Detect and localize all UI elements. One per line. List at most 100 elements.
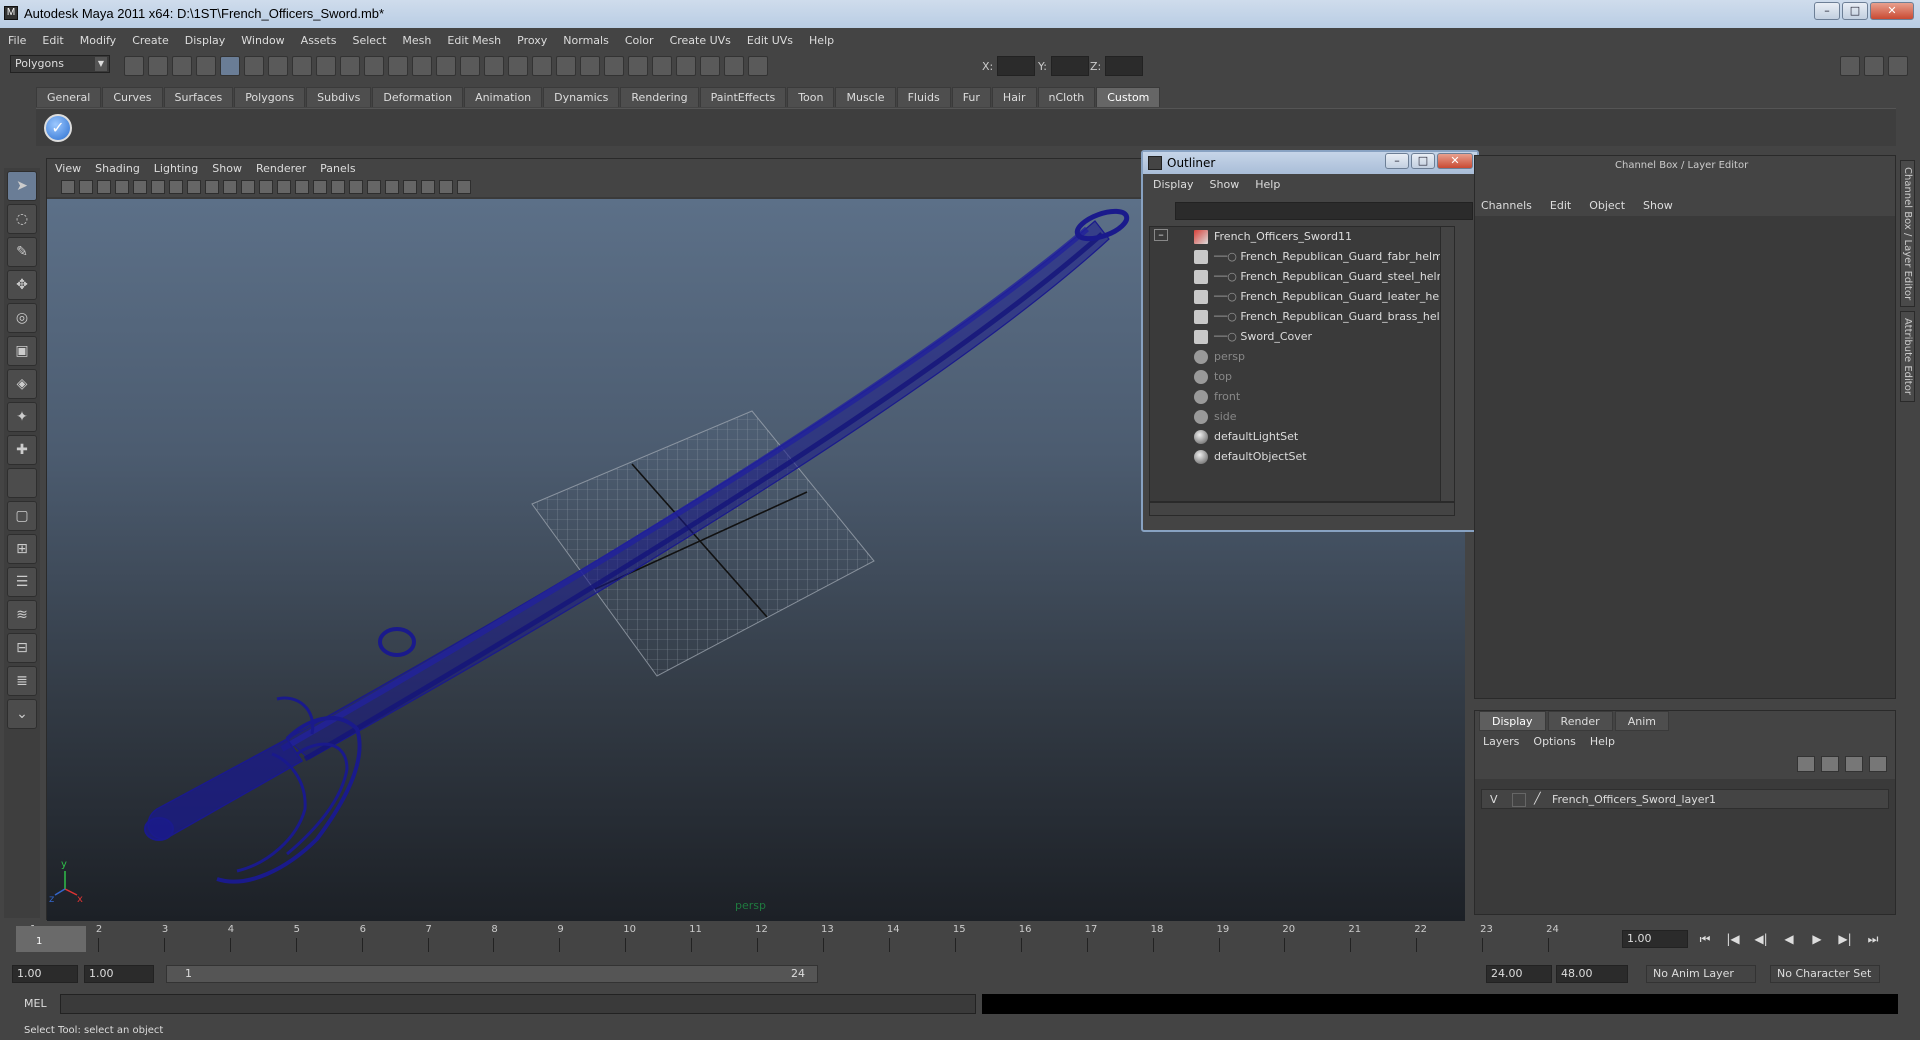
- scale-tool-icon[interactable]: ▣: [7, 336, 37, 366]
- outliner-minimize-button[interactable]: –: [1385, 153, 1409, 169]
- maximize-button[interactable]: □: [1842, 2, 1868, 20]
- shelf-tab-deformation[interactable]: Deformation: [372, 87, 464, 107]
- outliner-filter-input[interactable]: [1175, 202, 1473, 220]
- character-set-dropdown[interactable]: No Character Set: [1770, 965, 1880, 983]
- menu-set-dropdown[interactable]: Polygons ▼: [10, 55, 110, 73]
- layer-row[interactable]: V ╱ French_Officers_Sword_layer1: [1481, 789, 1889, 809]
- bookmark-icon[interactable]: [97, 180, 111, 194]
- grid-icon[interactable]: [151, 180, 165, 194]
- shelf-tab-animation[interactable]: Animation: [464, 87, 543, 107]
- go-to-end-icon[interactable]: ⏭: [1862, 930, 1884, 948]
- textured-icon[interactable]: [331, 180, 345, 194]
- magnet-icon[interactable]: [508, 56, 528, 76]
- magnet-point-icon[interactable]: [556, 56, 576, 76]
- vp-menu-shading[interactable]: Shading: [95, 162, 140, 175]
- range-slider-bar[interactable]: 1 24: [166, 965, 818, 983]
- menu-window[interactable]: Window: [241, 34, 284, 47]
- menu-create-uvs[interactable]: Create UVs: [670, 34, 731, 47]
- new-layer-icon[interactable]: [1845, 756, 1863, 772]
- x-field[interactable]: [997, 56, 1036, 76]
- wireframe-icon[interactable]: [277, 180, 291, 194]
- render-frame-icon[interactable]: [628, 56, 648, 76]
- list-item[interactable]: ──○ French_Republican_Guard_steel_helm: [1194, 267, 1447, 287]
- selection-icon[interactable]: [484, 56, 504, 76]
- le-menu-options[interactable]: Options: [1533, 735, 1575, 748]
- wireframe-on-shaded-icon[interactable]: [313, 180, 327, 194]
- vp-menu-view[interactable]: View: [55, 162, 81, 175]
- snap-plane-icon[interactable]: [364, 56, 384, 76]
- snap-grid-icon[interactable]: [292, 56, 312, 76]
- list-item[interactable]: front: [1194, 387, 1240, 407]
- input-line-icon[interactable]: [748, 56, 768, 76]
- outliner-maximize-button[interactable]: □: [1411, 153, 1435, 169]
- menu-select[interactable]: Select: [352, 34, 386, 47]
- list-item[interactable]: defaultLightSet: [1194, 427, 1298, 447]
- outliner-close-button[interactable]: ✕: [1437, 153, 1473, 169]
- hypershade-layout-icon[interactable]: ⊟: [7, 633, 37, 663]
- outliner-vertical-scrollbar[interactable]: [1440, 227, 1454, 501]
- end-time-field[interactable]: 48.00: [1556, 965, 1628, 983]
- render-view-icon[interactable]: [604, 56, 624, 76]
- shelf-tab-hair[interactable]: Hair: [991, 87, 1037, 107]
- field-chart-icon[interactable]: [223, 180, 237, 194]
- play-backwards-icon[interactable]: ◀: [1778, 930, 1800, 948]
- snap-curve-icon[interactable]: [316, 56, 336, 76]
- shelf-tab-fluids[interactable]: Fluids: [896, 87, 951, 107]
- z-field[interactable]: [1105, 56, 1144, 76]
- make-live-icon[interactable]: [388, 56, 408, 76]
- dope-sheet-layout-icon[interactable]: ≣: [7, 666, 37, 696]
- shelf-tab-custom[interactable]: Custom: [1096, 87, 1161, 107]
- outliner-layout-icon[interactable]: ☰: [7, 567, 37, 597]
- menu-file[interactable]: File: [8, 34, 26, 47]
- start-time-field[interactable]: 1.00: [12, 965, 78, 983]
- manipulator-icon[interactable]: ◈: [7, 369, 37, 399]
- shelf-tab-polygons[interactable]: Polygons: [234, 87, 306, 107]
- layer-visibility-toggle[interactable]: V: [1490, 793, 1498, 806]
- open-scene-icon[interactable]: [148, 56, 168, 76]
- four-pane-layout-icon[interactable]: ⊞: [7, 534, 37, 564]
- shelf-tab-toon[interactable]: Toon: [787, 87, 835, 107]
- minimize-button[interactable]: –: [1814, 2, 1840, 20]
- frame-all-icon[interactable]: [457, 180, 471, 194]
- list-item[interactable]: defaultObjectSet: [1194, 447, 1307, 467]
- playback-start-field[interactable]: 1.00: [84, 965, 154, 983]
- time-slider-track[interactable]: 123456789101112131415161718192021222324: [16, 924, 1618, 954]
- vp-menu-renderer[interactable]: Renderer: [256, 162, 306, 175]
- magnet-curve-icon[interactable]: [532, 56, 552, 76]
- list-item[interactable]: French_Officers_Sword11: [1194, 227, 1352, 247]
- rotate-tool-icon[interactable]: ◎: [7, 303, 37, 333]
- current-time-indicator[interactable]: 1: [16, 926, 86, 952]
- camera-select-icon[interactable]: [61, 180, 75, 194]
- safe-action-icon[interactable]: [241, 180, 255, 194]
- attribute-editor-side-tab[interactable]: Attribute Editor: [1900, 311, 1915, 403]
- mel-label[interactable]: MEL: [24, 997, 47, 1010]
- channel-box-icon[interactable]: [1888, 56, 1908, 76]
- lasso-tool-icon[interactable]: ◌: [7, 204, 37, 234]
- shelf-tab-painteffects[interactable]: PaintEffects: [699, 87, 787, 107]
- step-back-frame-icon[interactable]: ◀|: [1750, 930, 1772, 948]
- outliner-horizontal-scrollbar[interactable]: [1149, 502, 1455, 516]
- menu-assets[interactable]: Assets: [301, 34, 337, 47]
- isolate-icon[interactable]: [403, 180, 417, 194]
- last-tool-icon[interactable]: [7, 468, 37, 498]
- lighting-icon[interactable]: [724, 56, 744, 76]
- select-tool-icon[interactable]: ➤: [7, 171, 37, 201]
- menu-proxy[interactable]: Proxy: [517, 34, 547, 47]
- playback-end-field[interactable]: 24.00: [1486, 965, 1552, 983]
- cb-menu-show[interactable]: Show: [1643, 199, 1673, 212]
- new-scene-icon[interactable]: [124, 56, 144, 76]
- cb-menu-channels[interactable]: Channels: [1481, 199, 1532, 212]
- image-plane-icon[interactable]: [115, 180, 129, 194]
- two-d-pan-icon[interactable]: [133, 180, 147, 194]
- list-item[interactable]: side: [1194, 407, 1237, 427]
- mask-icon[interactable]: [268, 56, 288, 76]
- cb-menu-edit[interactable]: Edit: [1550, 199, 1571, 212]
- high-quality-icon[interactable]: [439, 180, 453, 194]
- move-layer-down-icon[interactable]: [1821, 756, 1839, 772]
- tab-anim[interactable]: Anim: [1614, 711, 1669, 731]
- menu-edit-uvs[interactable]: Edit UVs: [747, 34, 793, 47]
- menu-display[interactable]: Display: [185, 34, 226, 47]
- shelf-tab-rendering[interactable]: Rendering: [620, 87, 699, 107]
- step-back-key-icon[interactable]: |◀: [1722, 930, 1744, 948]
- graph-layout-icon[interactable]: ≋: [7, 600, 37, 630]
